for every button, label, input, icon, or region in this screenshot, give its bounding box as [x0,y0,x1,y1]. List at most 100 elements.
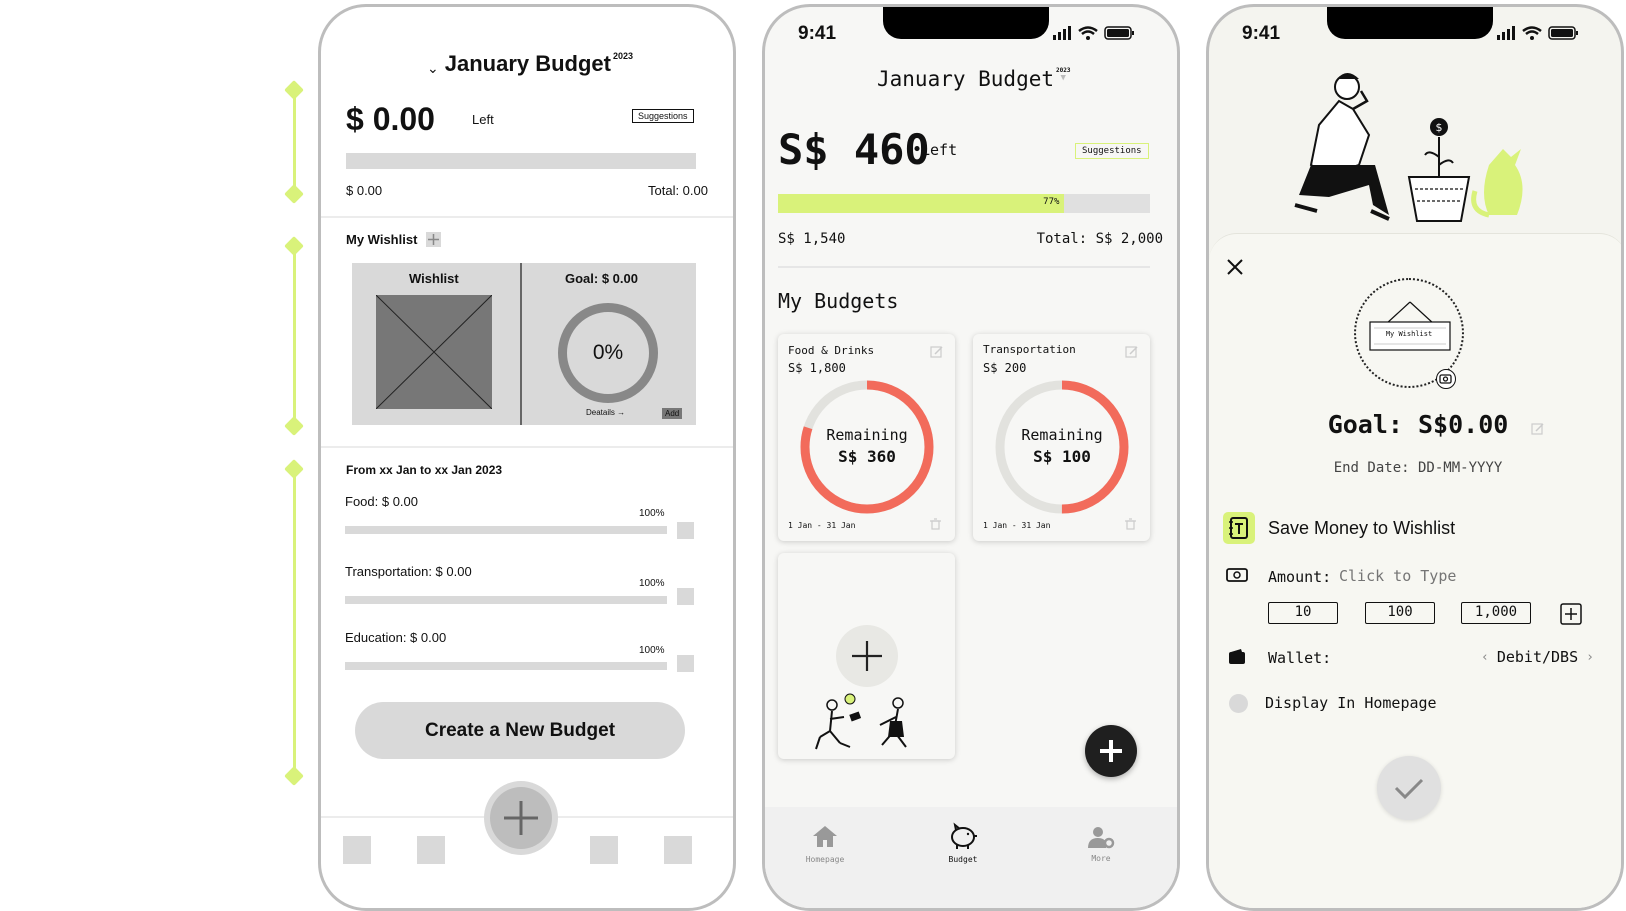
preset-amount-1000[interactable]: 1,000 [1461,602,1531,624]
add-budget-card[interactable] [778,553,955,759]
budget-card-food[interactable]: Food & Drinks S$ 1,800 Remaining S$ 360 … [778,334,955,541]
timeline-marker [284,459,304,479]
budget-category: Food & Drinks [788,344,875,357]
add-budget-plus[interactable] [836,625,898,687]
battery-icon [1104,26,1134,40]
people-illustration [815,693,907,750]
month-header[interactable]: ⌄ January Budget 2023 [427,51,633,77]
add-amount-icon[interactable] [1560,603,1582,625]
total-amount: Total: 0.00 [648,183,708,198]
goal-label: Goal: $ 0.00 [565,271,638,286]
divider [321,446,733,448]
remaining-label: Remaining [1021,426,1103,444]
cash-icon [1226,568,1248,582]
category-edit-square[interactable] [677,588,694,605]
timeline-marker [284,80,304,100]
timeline-line [293,469,296,776]
amount-left: $ 0.00 [346,101,435,137]
end-date[interactable]: End Date: DD-MM-YYYY [1209,460,1621,476]
edit-icon[interactable] [930,345,944,359]
fab-inner [490,787,552,849]
trash-icon[interactable] [1125,518,1136,530]
amount-input[interactable] [1339,565,1539,587]
camera-icon[interactable] [1436,369,1456,389]
fab-add-button[interactable] [484,781,558,855]
edit-icon[interactable] [1531,422,1545,436]
sign-text: My Wishlist [1385,330,1433,338]
category-edit-square[interactable] [677,522,694,539]
remaining-amount: S$ 360 [838,447,896,466]
preset-amount-100[interactable]: 100 [1365,602,1435,624]
chevron-right-icon[interactable]: › [1586,650,1594,665]
timeline-marker [284,416,304,436]
goal-amount: Goal: S$0.00 [1327,410,1509,439]
budget-phone: 9:41 January Budget 2023 ▼ S$ 460 Left S… [762,4,1180,911]
budget-card-transportation[interactable]: Transportation S$ 200 Remaining S$ 100 1… [973,334,1150,541]
wishlist-sheet: My Wishlist Goal: S$0.00 End Date: DD-MM… [1209,233,1621,908]
category-edit-square[interactable] [677,655,694,672]
add-wishlist-icon[interactable] [426,232,441,247]
fab-add-button[interactable] [1085,725,1137,777]
status-time: 9:41 [798,23,837,44]
preset-amount-10[interactable]: 10 [1268,602,1338,624]
amount-left: S$ 460 [778,125,930,174]
month-header[interactable]: January Budget 2023 ▼ [877,67,1070,91]
wallet-icon [1229,649,1245,664]
goal-percent: 0% [592,341,624,364]
amount-label: Amount: [1268,568,1332,586]
year-selector[interactable]: 2023 ▼ [1056,67,1070,83]
wishlist-card[interactable]: Wishlist Goal: $ 0.00 0% Deatails → Add [352,263,696,425]
display-toggle[interactable] [1229,694,1248,713]
timeline-marker [284,766,304,786]
remaining-amount: S$ 100 [1033,447,1091,466]
details-link[interactable]: Deatails → [586,408,625,417]
svg-text:$: $ [1436,121,1443,134]
close-icon[interactable] [1226,258,1244,276]
suggestions-button[interactable]: Suggestions [632,109,694,123]
display-label: Display In Homepage [1265,694,1437,712]
confirm-button[interactable] [1377,756,1441,820]
wireframe-phone: ⌄ January Budget 2023 $ 0.00 Left Sugges… [318,4,736,911]
notch [883,7,1049,39]
home-icon [813,826,837,847]
trash-icon[interactable] [930,518,941,530]
status-icons [1497,25,1583,46]
add-button[interactable]: Add [662,408,683,419]
category-percent: 100% [639,645,665,656]
page-title: January Budget [877,67,1055,91]
nav-placeholder[interactable] [343,836,371,864]
budget-amount: S$ 200 [983,361,1027,375]
wallet-selector[interactable]: ‹ Debit/DBS › [1481,648,1594,666]
nav-home[interactable]: Homepage [800,824,850,864]
timeline-marker [284,236,304,256]
nav-placeholder[interactable] [664,836,692,864]
wishlist-heading: My Wishlist [346,232,418,247]
budget-category: Transportation [983,343,1076,356]
nav-budget[interactable]: Budget [938,822,988,864]
nav-placeholder[interactable] [590,836,618,864]
total-amount: Total: S$ 2,000 [1036,231,1163,247]
wishlist-card-divider [520,263,522,425]
budget-progress-track: 77% [778,194,1150,213]
budget-date-range: 1 Jan - 31 Jan [788,521,856,530]
notch [1327,7,1493,39]
check-icon [1394,778,1424,800]
spent-amount: $ 0.00 [346,183,383,198]
budget-progress-fill: 77% [778,194,1065,213]
nav-label: Homepage [805,855,845,864]
chevron-left-icon[interactable]: ‹ [1481,650,1489,665]
create-budget-button[interactable]: Create a New Budget [355,702,685,759]
year-label: 2023 [613,51,634,61]
budget-amount: S$ 1,800 [788,361,846,375]
category-label-education: Education: $ 0.00 [345,630,447,645]
edit-icon[interactable] [1125,345,1139,359]
thinking-person-illustration: $ [1294,73,1523,222]
nav-placeholder[interactable] [417,836,445,864]
wishlist-image-upload[interactable]: My Wishlist [1354,278,1464,389]
caret-down-icon: ▼ [1060,73,1066,83]
nav-more[interactable]: More [1076,825,1126,863]
suggestions-button[interactable]: Suggestions [1075,143,1149,159]
category-percent: 100% [639,578,665,589]
divider [321,216,733,218]
sign-board-illustration [1369,301,1451,351]
